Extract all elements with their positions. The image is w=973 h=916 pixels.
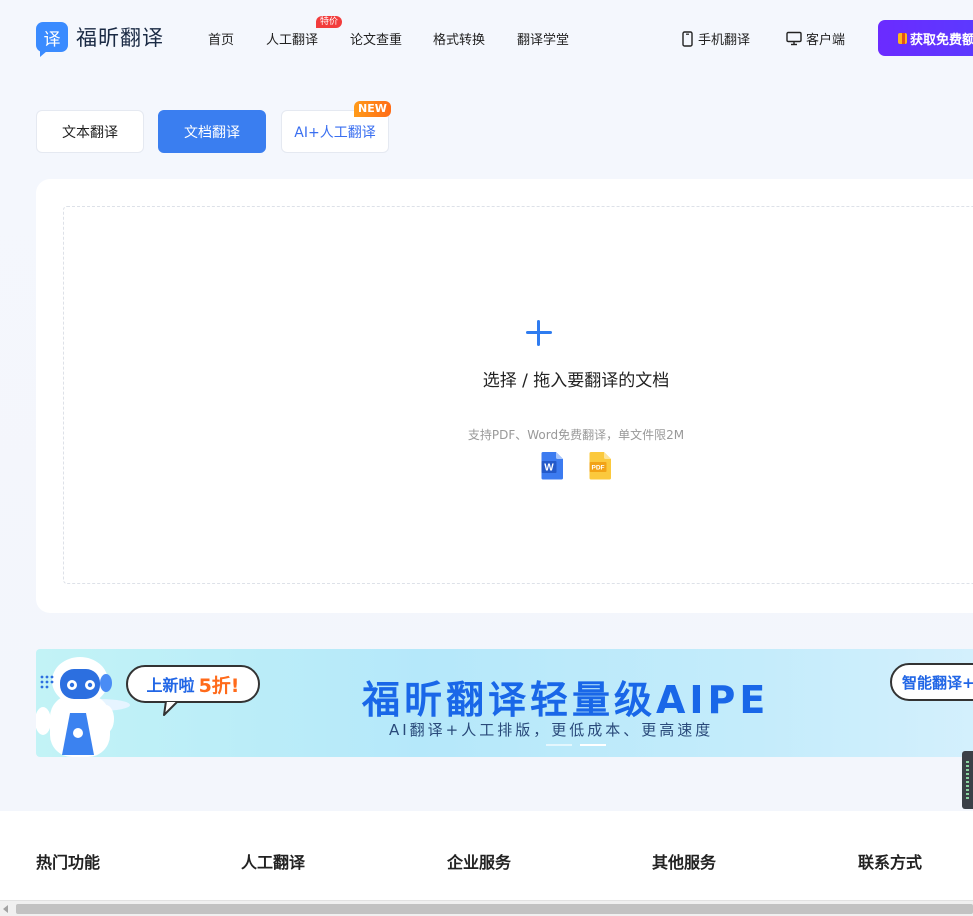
scroll-left-arrow-icon[interactable] bbox=[3, 905, 8, 913]
phone-icon bbox=[682, 30, 693, 47]
promo-banner[interactable]: 上新啦 5折! 福昕翻译轻量级AIPE AI翻译+人工排版，更低成本、更高速度 … bbox=[36, 649, 973, 757]
robot-mascot-icon bbox=[36, 657, 130, 757]
gift-icon bbox=[898, 32, 907, 44]
discount-bubble: 上新啦 5折! bbox=[126, 665, 260, 703]
nav-plagiarism-check[interactable]: 论文查重 bbox=[350, 29, 402, 48]
carousel-dot[interactable] bbox=[546, 744, 572, 746]
banner-title: 福昕翻译轻量级AIPE bbox=[362, 678, 770, 722]
upload-title[interactable]: 选择 / 拖入要翻译的文档 bbox=[0, 366, 973, 391]
tab-ai-human-translation[interactable]: AI+人工翻译 NEW bbox=[281, 101, 391, 153]
client-download-label: 客户端 bbox=[806, 33, 846, 48]
side-floating-widget[interactable] bbox=[962, 751, 973, 809]
discount-bubble-accent: 5折! bbox=[198, 674, 240, 697]
nav-human-translation-label: 人工翻译 bbox=[266, 33, 319, 48]
word-file-icon-text: W bbox=[544, 463, 554, 474]
tab-document-translation[interactable]: 文档翻译 bbox=[158, 110, 266, 153]
nav-format-convert[interactable]: 格式转换 bbox=[433, 29, 485, 48]
special-price-badge: 特价 bbox=[316, 16, 343, 28]
tab-text-translation[interactable]: 文本翻译 bbox=[36, 110, 144, 153]
bubble-tail-icon bbox=[160, 701, 179, 716]
client-download-link[interactable]: 客户端 bbox=[786, 29, 845, 48]
monitor-icon bbox=[786, 31, 802, 46]
site-footer: 热门功能 人工翻译 企业服务 其他服务 联系方式 bbox=[0, 811, 973, 900]
tab-text-translation-label: 文本翻译 bbox=[62, 124, 118, 141]
horizontal-scrollbar[interactable] bbox=[0, 900, 973, 916]
banner-carousel-dots bbox=[546, 744, 614, 746]
scrollbar-thumb[interactable] bbox=[16, 904, 973, 914]
brand-name: 福昕翻译 bbox=[76, 26, 164, 50]
mobile-translate-label: 手机翻译 bbox=[698, 33, 751, 48]
footer-human-translation: 人工翻译 bbox=[241, 853, 306, 872]
banner-subtitle: AI翻译+人工排版，更低成本、更高速度 bbox=[389, 721, 714, 739]
footer-other-services: 其他服务 bbox=[652, 853, 717, 872]
upload-hint: 支持PDF、Word免费翻译，单文件限2M bbox=[467, 428, 685, 442]
nav-translation-academy[interactable]: 翻译学堂 bbox=[517, 29, 569, 48]
tab-ai-human-translation-label: AI+人工翻译 bbox=[294, 124, 376, 141]
logo-icon: 译 bbox=[36, 22, 68, 57]
pdf-file-icon: PDF bbox=[588, 451, 612, 480]
mobile-translate-link[interactable]: 手机翻译 bbox=[681, 29, 750, 48]
footer-hot-features: 热门功能 bbox=[36, 853, 101, 872]
carousel-dot-active[interactable] bbox=[580, 744, 606, 746]
top-header: 译 福昕翻译 首页 人工翻译 特价 论文查重 格式转换 翻译学堂 手机翻译 客户… bbox=[0, 0, 973, 76]
plus-icon[interactable] bbox=[526, 320, 552, 346]
get-free-quota-label: 获取免费额度 bbox=[909, 32, 973, 48]
new-badge: NEW bbox=[354, 101, 391, 117]
file-dropzone[interactable] bbox=[63, 206, 973, 584]
footer-enterprise-services: 企业服务 bbox=[447, 853, 512, 872]
brand-logo[interactable]: 译 福昕翻译 bbox=[36, 22, 164, 57]
nav-home[interactable]: 首页 bbox=[208, 29, 234, 48]
pdf-file-icon-text: PDF bbox=[592, 465, 605, 472]
smart-translate-bubble: 智能翻译+ bbox=[890, 663, 973, 701]
get-free-quota-button[interactable]: 获取免费额度 bbox=[878, 20, 973, 56]
smart-translate-bubble-label: 智能翻译+ bbox=[902, 673, 973, 692]
upload-card bbox=[36, 179, 973, 613]
word-file-icon: W bbox=[540, 451, 564, 480]
footer-contact: 联系方式 bbox=[858, 853, 923, 872]
tab-document-translation-label: 文档翻译 bbox=[184, 124, 240, 141]
nav-human-translation[interactable]: 人工翻译 特价 bbox=[266, 16, 343, 48]
discount-bubble-main: 上新啦 bbox=[146, 676, 195, 695]
